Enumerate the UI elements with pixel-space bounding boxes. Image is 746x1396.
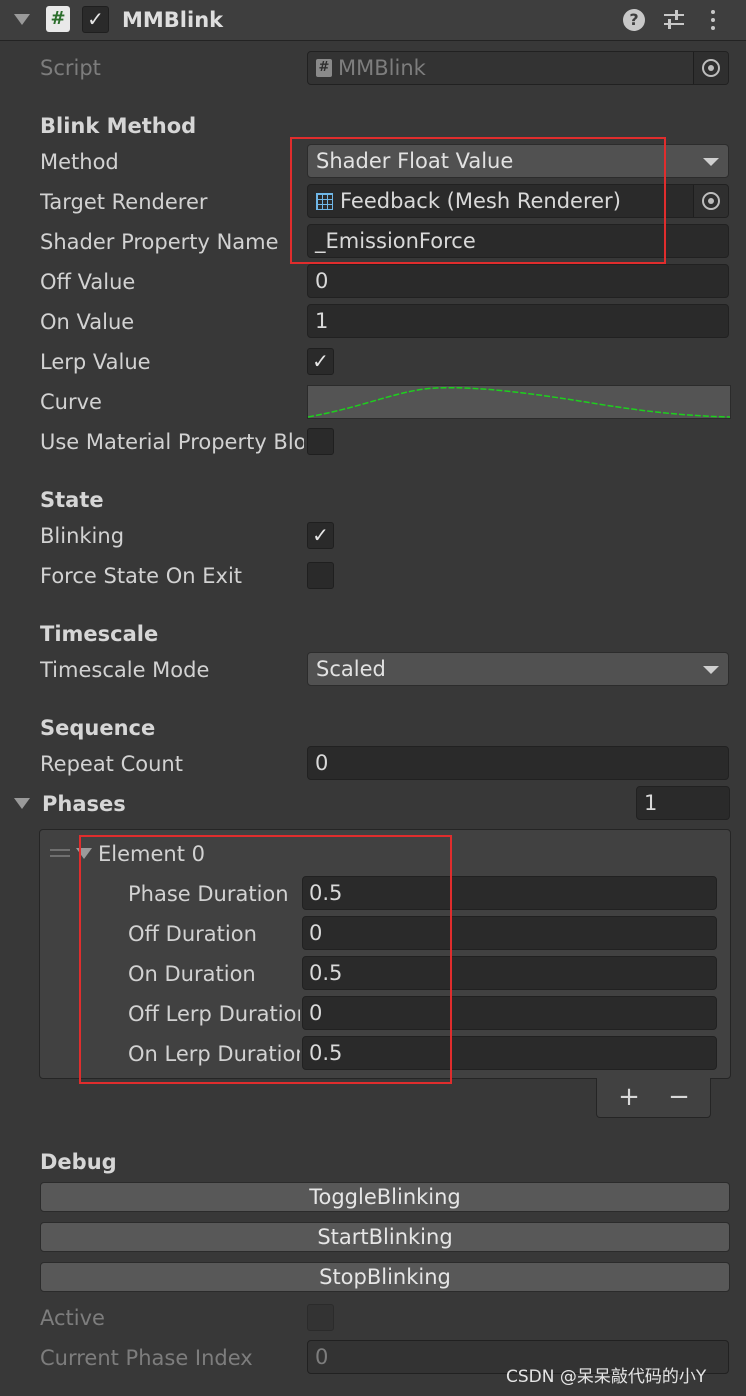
sequence-header: Sequence — [40, 716, 156, 740]
help-icon[interactable]: ? — [623, 9, 645, 31]
target-renderer-value: Feedback (Mesh Renderer) — [340, 189, 621, 213]
on-value-label: On Value — [40, 310, 135, 334]
method-dropdown[interactable]: Shader Float Value — [307, 144, 729, 178]
on-value-input[interactable]: 1 — [307, 304, 729, 338]
script-value: MMBlink — [338, 56, 426, 80]
dropdown-arrow-icon — [703, 158, 719, 166]
stop-blinking-button[interactable]: StopBlinking — [40, 1262, 730, 1292]
off-value-input[interactable]: 0 — [307, 264, 729, 298]
target-renderer-label: Target Renderer — [40, 190, 208, 214]
active-checkbox — [307, 1304, 334, 1331]
state-header: State — [40, 488, 104, 512]
phase-duration-input[interactable]: 0.5 — [302, 876, 717, 910]
script-hash-icon: # — [46, 6, 70, 32]
off-duration-input[interactable]: 0 — [302, 916, 717, 950]
component-title: MMBlink — [122, 8, 224, 32]
method-value: Shader Float Value — [316, 149, 514, 173]
element-0-label: Element 0 — [98, 842, 205, 866]
on-duration-label: On Duration — [128, 962, 256, 986]
phases-label: Phases — [42, 792, 126, 816]
blinking-checkbox[interactable]: ✓ — [307, 522, 334, 549]
script-label: Script — [40, 56, 101, 80]
off-duration-label: Off Duration — [128, 922, 257, 946]
on-lerp-duration-input[interactable]: 0.5 — [302, 1036, 717, 1070]
start-blinking-button[interactable]: StartBlinking — [40, 1222, 730, 1252]
list-footer: + − — [596, 1078, 711, 1118]
timescale-mode-value: Scaled — [316, 657, 386, 681]
component-enabled-checkbox[interactable]: ✓ — [82, 6, 109, 33]
target-renderer-field[interactable]: Feedback (Mesh Renderer) — [307, 184, 729, 218]
on-duration-input[interactable]: 0.5 — [302, 956, 717, 990]
use-material-checkbox[interactable] — [307, 428, 334, 455]
foldout-arrow-icon[interactable] — [14, 14, 30, 25]
preset-sliders-icon[interactable] — [662, 9, 686, 31]
kebab-menu-icon[interactable] — [708, 9, 718, 33]
repeat-count-label: Repeat Count — [40, 752, 183, 776]
component-header: # ✓ MMBlink ? — [0, 0, 746, 41]
watermark: CSDN @呆呆敲代码的小Y — [506, 1367, 707, 1387]
timescale-header: Timescale — [40, 622, 159, 646]
remove-element-button[interactable]: − — [657, 1078, 701, 1116]
lerp-value-label: Lerp Value — [40, 350, 151, 374]
object-picker-icon[interactable] — [693, 185, 728, 217]
mesh-renderer-icon — [316, 193, 333, 210]
on-lerp-duration-label: On Lerp Duration — [128, 1042, 300, 1066]
phases-foldout-arrow-icon[interactable] — [14, 798, 30, 809]
curve-label: Curve — [40, 390, 102, 414]
blinking-label: Blinking — [40, 524, 125, 548]
repeat-count-input[interactable]: 0 — [307, 746, 729, 780]
drag-handle-icon[interactable] — [50, 847, 72, 859]
shader-property-label: Shader Property Name — [40, 230, 279, 254]
active-label: Active — [40, 1306, 105, 1330]
method-label: Method — [40, 150, 119, 174]
current-phase-index-label: Current Phase Index — [40, 1346, 253, 1370]
force-state-label: Force State On Exit — [40, 564, 243, 588]
lerp-value-checkbox[interactable]: ✓ — [307, 348, 334, 375]
shader-property-input[interactable]: _EmissionForce — [307, 224, 729, 258]
element-foldout-arrow-icon[interactable] — [76, 848, 92, 859]
phases-count-input[interactable]: 1 — [636, 786, 730, 820]
script-field[interactable]: # MMBlink — [307, 51, 729, 85]
toggle-blinking-button[interactable]: ToggleBlinking — [40, 1182, 730, 1212]
blink-method-header: Blink Method — [40, 114, 197, 138]
off-lerp-duration-label: Off Lerp Duration — [128, 1002, 300, 1026]
timescale-mode-label: Timescale Mode — [40, 658, 210, 682]
curve-field[interactable] — [307, 385, 731, 419]
use-material-label: Use Material Property Block — [40, 430, 304, 454]
curve-graph — [308, 386, 730, 418]
timescale-mode-dropdown[interactable]: Scaled — [307, 652, 729, 686]
dropdown-arrow-icon — [703, 666, 719, 674]
off-value-label: Off Value — [40, 270, 136, 294]
force-state-checkbox[interactable] — [307, 562, 334, 589]
add-element-button[interactable]: + — [607, 1078, 651, 1116]
debug-header: Debug — [40, 1150, 117, 1174]
object-picker-icon[interactable] — [693, 52, 728, 84]
phase-duration-label: Phase Duration — [128, 882, 289, 906]
off-lerp-duration-input[interactable]: 0 — [302, 996, 717, 1030]
script-hash-icon: # — [316, 59, 332, 77]
